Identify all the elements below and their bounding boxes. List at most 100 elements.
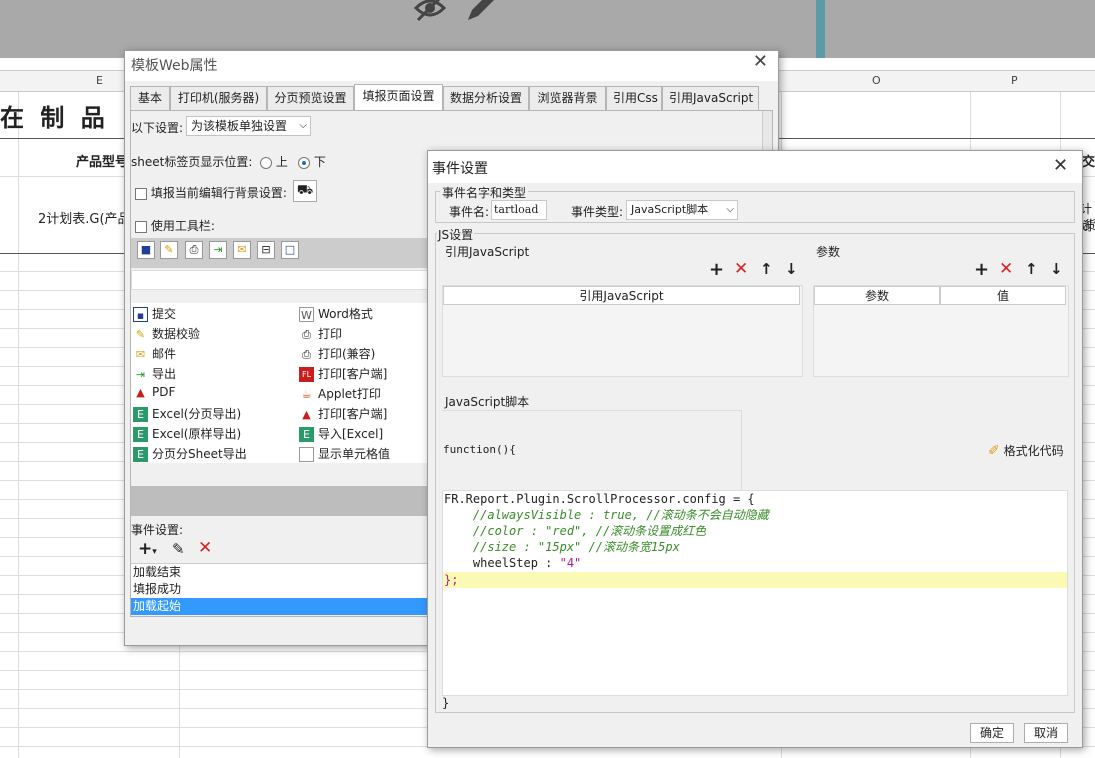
code-line-6: }; bbox=[444, 573, 459, 587]
bg-setting-row[interactable]: 填报当前编辑行背景设置: bbox=[135, 184, 287, 201]
radio-top-circle[interactable] bbox=[260, 156, 272, 169]
event-item-load-start[interactable]: 加载起始 bbox=[131, 598, 427, 615]
tab-ref-css[interactable]: 引用Css bbox=[606, 86, 662, 110]
btn-import-excel-label: 导入[Excel] bbox=[318, 427, 384, 441]
btn-word[interactable]: W Word格式 bbox=[299, 305, 373, 322]
add-icon[interactable]: +▾ bbox=[138, 539, 157, 559]
btn-excel-original-label: Excel(原样导出) bbox=[152, 427, 242, 441]
btn-pdf-print-client[interactable]: ▲ 打印[客户端] bbox=[299, 405, 387, 422]
cancel-button[interactable]: 取消 bbox=[1024, 723, 1068, 743]
params-column-header-name[interactable]: 参数 bbox=[814, 286, 940, 305]
settings-select[interactable]: 为该模板单独设置 ⌵ bbox=[186, 116, 311, 136]
tab-page-preview[interactable]: 分页预览设置 bbox=[267, 86, 354, 110]
check-pen-icon[interactable]: ✎ bbox=[160, 241, 178, 259]
eye-off-icon[interactable] bbox=[413, 0, 447, 30]
tab-browser-bg[interactable]: 浏览器背景 bbox=[529, 86, 606, 110]
toolbar-checkbox[interactable] bbox=[135, 220, 147, 233]
script-label: JavaScript脚本 bbox=[445, 395, 530, 409]
btn-excel-page[interactable]: E Excel(分页导出) bbox=[133, 405, 241, 422]
code-line-4: //size : "15px" //滚动条宽15px bbox=[444, 540, 680, 554]
btn-word-label: Word格式 bbox=[318, 307, 373, 321]
tab-printer[interactable]: 打印机(服务器) bbox=[170, 86, 267, 110]
ref-js-column-header[interactable]: 引用JavaScript bbox=[443, 286, 800, 305]
mail-icon[interactable]: ✉ bbox=[233, 241, 251, 259]
button-list-footer bbox=[131, 486, 431, 516]
btn-applet-print[interactable]: ☕ Applet打印 bbox=[299, 385, 381, 402]
close-icon[interactable]: ✕ bbox=[753, 51, 768, 72]
arrow-up-icon[interactable]: ↑ bbox=[1025, 260, 1038, 278]
event-item-fill-success[interactable]: 填报成功 bbox=[131, 581, 427, 598]
btn-print-compat[interactable]: ⎙ 打印(兼容) bbox=[299, 345, 375, 362]
btn-excel-sheet-label: 分页分Sheet导出 bbox=[152, 447, 247, 461]
arrow-down-icon[interactable]: ↓ bbox=[785, 260, 798, 278]
code-line-5-value: "4" bbox=[559, 556, 582, 570]
add-icon[interactable]: + bbox=[709, 259, 724, 280]
btn-validate[interactable]: ✎ 数据校验 bbox=[133, 325, 200, 342]
btn-print-client[interactable]: FL 打印[客户端] bbox=[299, 365, 387, 382]
excel-icon: E bbox=[299, 427, 314, 442]
radio-bottom[interactable]: 下 bbox=[298, 153, 326, 170]
java-icon: ☕ bbox=[301, 388, 312, 401]
btn-print[interactable]: ⎙ 打印 bbox=[299, 325, 342, 342]
print-icon: ⎙ bbox=[302, 348, 311, 361]
btn-show-cell-value[interactable]: 显示单元格值 bbox=[299, 445, 390, 462]
btn-mail[interactable]: ✉ 邮件 bbox=[133, 345, 176, 362]
delete-icon[interactable]: ✕ bbox=[999, 259, 1013, 279]
btn-pdf[interactable]: ▲ PDF bbox=[133, 385, 175, 400]
delete-icon[interactable]: ✕ bbox=[198, 538, 212, 558]
add-icon[interactable]: + bbox=[974, 259, 989, 280]
tree-icon[interactable]: ⊟ bbox=[257, 241, 275, 259]
highlighted-line bbox=[443, 572, 1067, 588]
print-icon[interactable]: ⎙ bbox=[185, 241, 203, 259]
radio-bottom-label: 下 bbox=[313, 155, 326, 169]
pen-icon[interactable] bbox=[464, 0, 496, 30]
toolbar-setting-row[interactable]: 使用工具栏: bbox=[135, 217, 215, 234]
btn-applet-print-label: Applet打印 bbox=[318, 387, 381, 401]
event-type-select[interactable]: JavaScript脚本 ⌵ bbox=[626, 200, 738, 220]
format-code-button[interactable]: ✐ 格式化代码 bbox=[988, 442, 1064, 459]
event-item-load-end[interactable]: 加载结束 bbox=[131, 564, 427, 581]
code-editor[interactable]: FR.Report.Plugin.ScrollProcessor.config … bbox=[442, 490, 1068, 696]
ok-button[interactable]: 确定 bbox=[970, 723, 1014, 743]
btn-excel-sheet[interactable]: E 分页分Sheet导出 bbox=[133, 445, 247, 462]
edit-icon[interactable]: ✎ bbox=[172, 540, 185, 558]
col-header-p[interactable]: P bbox=[1011, 74, 1018, 87]
sheet-right-header: 交 bbox=[1082, 155, 1095, 170]
tab-basic[interactable]: 基本 bbox=[130, 86, 170, 110]
btn-submit-label: 提交 bbox=[152, 307, 177, 321]
btn-export[interactable]: ⇥ 导出 bbox=[133, 365, 176, 382]
tab-ref-js[interactable]: 引用JavaScript bbox=[662, 86, 759, 110]
btn-excel-original[interactable]: E Excel(原样导出) bbox=[133, 425, 241, 442]
code-line-5-key: wheelStep : bbox=[444, 556, 560, 570]
tab-fill-page[interactable]: 填报页面设置 bbox=[354, 84, 443, 111]
col-header-o[interactable]: O bbox=[872, 74, 881, 87]
params-column-header-value[interactable]: 值 bbox=[940, 286, 1066, 305]
paint-bucket-icon[interactable]: ⛟ bbox=[293, 180, 317, 202]
radio-top[interactable]: 上 bbox=[260, 153, 288, 170]
event-settings-title: 事件设置 bbox=[432, 161, 488, 177]
ref-js-label: 引用JavaScript bbox=[445, 245, 530, 259]
event-settings-titlebar bbox=[428, 151, 1082, 183]
tab-data-analysis[interactable]: 数据分析设置 bbox=[443, 86, 529, 110]
sheet-header-cell: 产品型号 bbox=[76, 155, 129, 170]
toolbar-setting-label: 使用工具栏: bbox=[150, 219, 215, 233]
bg-checkbox[interactable] bbox=[135, 187, 147, 200]
arrow-up-icon[interactable]: ↑ bbox=[760, 260, 773, 278]
save-icon[interactable]: ■ bbox=[137, 241, 155, 259]
window-icon[interactable]: □ bbox=[281, 241, 299, 259]
settings-select-value: 为该模板单独设置 bbox=[191, 119, 288, 133]
pdf-icon: ▲ bbox=[136, 386, 145, 399]
btn-submit[interactable]: ▪ 提交 bbox=[133, 305, 176, 322]
export-icon[interactable]: ⇥ bbox=[209, 241, 227, 259]
name-type-group-label: 事件名字和类型 bbox=[440, 184, 529, 201]
radio-bottom-circle[interactable] bbox=[298, 156, 310, 169]
btn-import-excel[interactable]: E 导入[Excel] bbox=[299, 425, 383, 442]
arrow-down-icon[interactable]: ↓ bbox=[1050, 260, 1063, 278]
col-header-e[interactable]: E bbox=[96, 74, 103, 87]
event-name-input[interactable]: tartload bbox=[491, 200, 547, 220]
events-label: 事件设置: bbox=[131, 523, 184, 537]
bg-setting-label: 填报当前编辑行背景设置: bbox=[150, 186, 287, 200]
splitter[interactable] bbox=[816, 0, 825, 58]
delete-icon[interactable]: ✕ bbox=[734, 259, 748, 279]
close-icon[interactable]: ✕ bbox=[1053, 155, 1068, 176]
